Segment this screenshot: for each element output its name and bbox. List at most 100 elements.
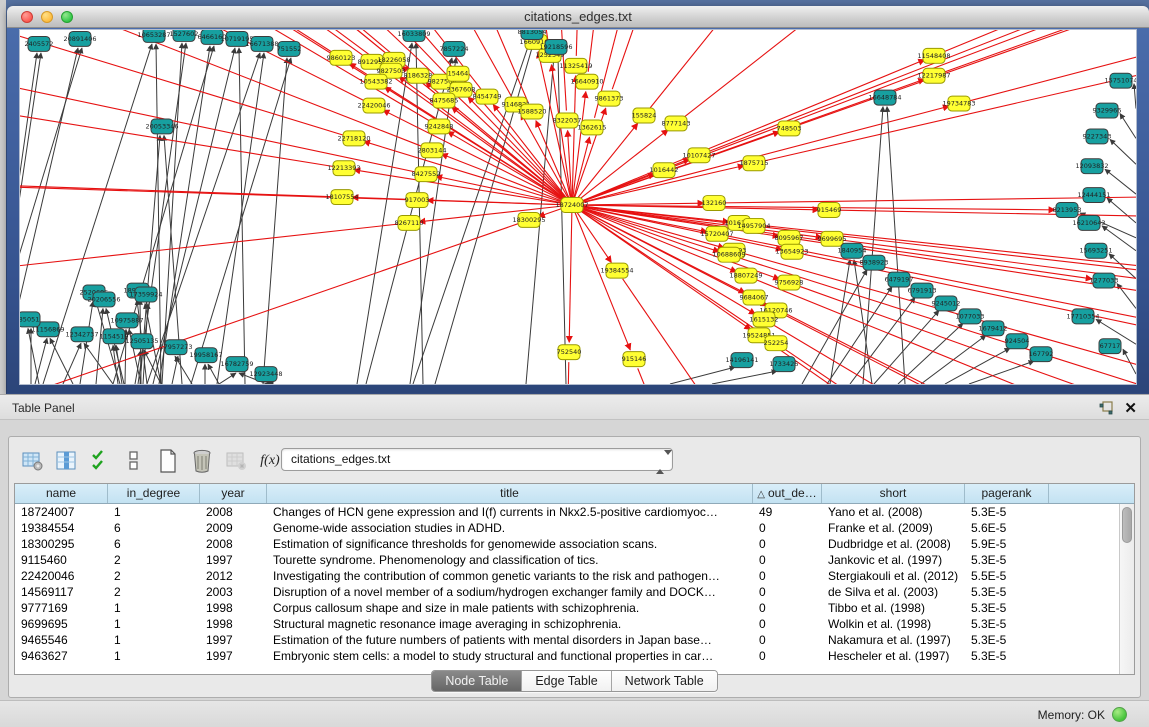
table-cell[interactable]: 2003: [200, 584, 267, 600]
table-cell[interactable]: Investigating the contribution of common…: [267, 568, 753, 584]
network-node[interactable]: 10653287: [137, 30, 170, 42]
network-node[interactable]: 67717: [1099, 339, 1121, 354]
window-titlebar[interactable]: citations_edges.txt: [7, 6, 1149, 28]
table-cell[interactable]: 1: [108, 616, 200, 632]
table-row[interactable]: 1456911722003Disruption of a novel membe…: [15, 584, 1119, 600]
table-cell[interactable]: 9463627: [15, 648, 108, 664]
table-cell[interactable]: Tourette syndrome. Phenomenology and cla…: [267, 552, 753, 568]
network-node[interactable]: 1277033: [1090, 273, 1119, 288]
minimize-window-icon[interactable]: [41, 11, 53, 23]
table-cell[interactable]: 49: [753, 504, 822, 520]
table-cell[interactable]: 5.3E-5: [965, 632, 1049, 648]
table-cell[interactable]: 2008: [200, 536, 267, 552]
tab-network-table[interactable]: Network Table: [612, 671, 717, 691]
table-cell[interactable]: 0: [753, 568, 822, 584]
network-node[interactable]: 9684067: [740, 290, 769, 305]
table-cell[interactable]: 9777169: [15, 600, 108, 616]
table-cell[interactable]: 2008: [200, 504, 267, 520]
network-node[interactable]: 917003: [405, 193, 430, 208]
table-cell[interactable]: Changes of HCN gene expression and I(f) …: [267, 504, 753, 520]
network-node[interactable]: 20891406: [63, 31, 96, 46]
network-node[interactable]: 12342737: [65, 327, 98, 342]
network-node[interactable]: 6791913: [908, 283, 937, 298]
column-header-title[interactable]: title: [267, 484, 753, 503]
table-cell[interactable]: Structural magnetic resonance image aver…: [267, 616, 753, 632]
network-node[interactable]: 1588520: [518, 104, 547, 119]
table-cell[interactable]: 2: [108, 568, 200, 584]
table-settings-icon[interactable]: [21, 449, 43, 473]
tab-node-table[interactable]: Node Table: [432, 671, 522, 691]
network-node[interactable]: 9756928: [775, 275, 804, 290]
network-node[interactable]: 18107554: [325, 190, 358, 205]
table-cell[interactable]: 0: [753, 600, 822, 616]
network-node[interactable]: 16033809: [397, 30, 430, 41]
tab-edge-table[interactable]: Edge Table: [522, 671, 611, 691]
table-cell[interactable]: 2012: [200, 568, 267, 584]
table-row[interactable]: 946362711997Embryonic stem cells: a mode…: [15, 648, 1119, 664]
network-node[interactable]: 14196141: [725, 353, 758, 368]
column-header-year[interactable]: year: [200, 484, 267, 503]
network-node[interactable]: 12213393: [327, 161, 360, 176]
table-cell[interactable]: Dudbridge et al. (2008): [822, 536, 965, 552]
network-node[interactable]: 8813054: [518, 30, 547, 39]
zoom-window-icon[interactable]: [61, 11, 73, 23]
table-cell[interactable]: 1998: [200, 616, 267, 632]
network-node[interactable]: 15751074: [1104, 73, 1136, 88]
table-cell[interactable]: 9115460: [15, 552, 108, 568]
table-cell[interactable]: 5.3E-5: [965, 648, 1049, 664]
network-node[interactable]: 9242848: [425, 119, 454, 134]
table-cell[interactable]: 6: [108, 520, 200, 536]
table-cell[interactable]: Estimation of the future numbers of pati…: [267, 632, 753, 648]
table-cell[interactable]: 0: [753, 616, 822, 632]
table-cell[interactable]: Tibbo et al. (1998): [822, 600, 965, 616]
table-cell[interactable]: 5.3E-5: [965, 616, 1049, 632]
table-cell[interactable]: 9465546: [15, 632, 108, 648]
table-cell[interactable]: 0: [753, 584, 822, 600]
table-row[interactable]: 911546021997Tourette syndrome. Phenomeno…: [15, 552, 1119, 568]
table-row[interactable]: 2242004622012Investigating the contribut…: [15, 568, 1119, 584]
network-node[interactable]: 915146: [622, 352, 647, 367]
table-cell[interactable]: Franke et al. (2009): [822, 520, 965, 536]
table-cell[interactable]: Hescheler et al. (1997): [822, 648, 965, 664]
network-node[interactable]: 9860123: [327, 50, 356, 65]
table-cell[interactable]: 0: [753, 536, 822, 552]
network-node[interactable]: 748503: [777, 121, 802, 136]
close-window-icon[interactable]: [21, 11, 33, 23]
column-header-short[interactable]: short: [822, 484, 965, 503]
network-node[interactable]: 751552: [277, 41, 302, 56]
network-node[interactable]: 15693251: [1079, 243, 1112, 258]
network-node[interactable]: 22718120: [337, 131, 370, 146]
network-node[interactable]: 2803144: [418, 143, 447, 158]
network-node[interactable]: 1362615: [578, 120, 607, 135]
table-cell[interactable]: 2: [108, 584, 200, 600]
table-cell[interactable]: 6: [108, 536, 200, 552]
memory-ok-green-dot[interactable]: [1112, 707, 1127, 722]
network-node[interactable]: 1154519: [100, 329, 129, 344]
table-cell[interactable]: 22420046: [15, 568, 108, 584]
column-header-out_de[interactable]: △out_de…: [753, 484, 822, 503]
network-node[interactable]: 8095967: [775, 230, 804, 245]
network-node[interactable]: 132160: [702, 196, 727, 211]
table-cell[interactable]: Corpus callosum shape and size in male p…: [267, 600, 753, 616]
table-selector-dropdown[interactable]: citations_edges.txt: [281, 448, 673, 471]
table-cell[interactable]: 1: [108, 632, 200, 648]
network-node[interactable]: 1733426: [770, 357, 799, 372]
network-node[interactable]: 167792: [1029, 347, 1054, 362]
network-canvas[interactable]: 9860123891295418226058982750310543382818…: [19, 29, 1137, 385]
table-vertical-scrollbar[interactable]: [1119, 504, 1134, 674]
table-cell[interactable]: 18724007: [15, 504, 108, 520]
table-cell[interactable]: 1997: [200, 632, 267, 648]
table-cell[interactable]: 1: [108, 600, 200, 616]
column-header-name[interactable]: name: [15, 484, 108, 503]
network-node[interactable]: 1615132: [750, 312, 779, 327]
table-row[interactable]: 1872400712008Changes of HCN gene express…: [15, 504, 1119, 520]
close-panel-icon[interactable]: ✕: [1124, 399, 1137, 417]
network-node[interactable]: 9861373: [595, 91, 624, 106]
table-cell[interactable]: Estimation of significance thresholds fo…: [267, 536, 753, 552]
table-cell[interactable]: 5.5E-5: [965, 568, 1049, 584]
float-panel-icon[interactable]: [1099, 401, 1113, 415]
network-node[interactable]: 1875715: [740, 156, 769, 171]
show-columns-icon[interactable]: [55, 449, 77, 473]
table-cell[interactable]: 0: [753, 632, 822, 648]
table-cell[interactable]: 1997: [200, 552, 267, 568]
